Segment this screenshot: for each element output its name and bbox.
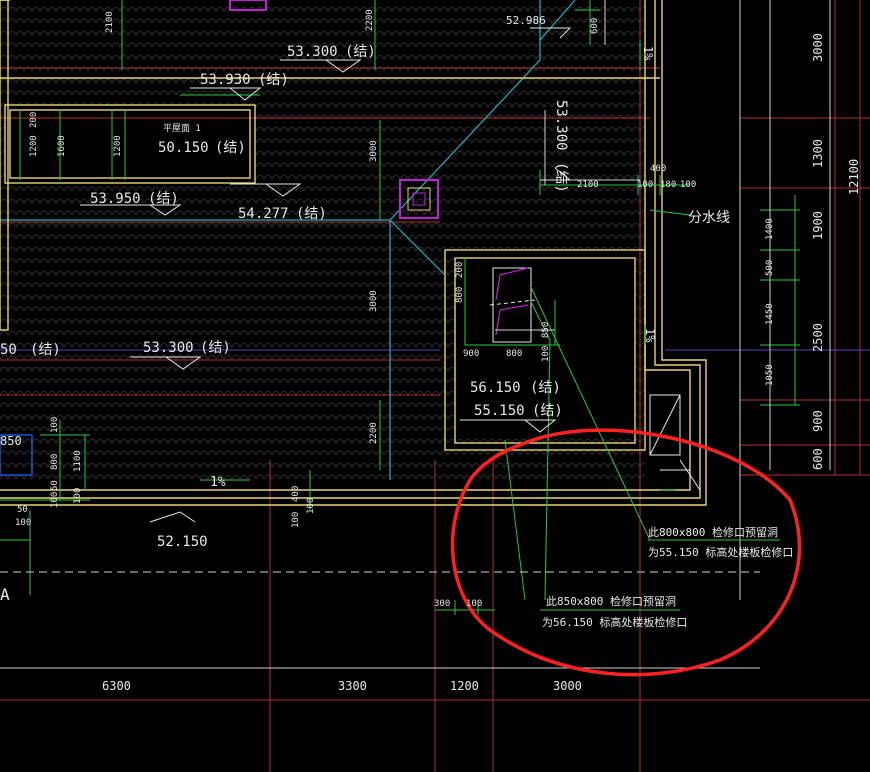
dim-1450: 1450: [765, 303, 775, 325]
struct-mark-9: (结): [532, 403, 563, 419]
struct-mark-2: (结): [258, 72, 289, 88]
dim-200-b: 200: [455, 262, 465, 278]
dim-500: 500: [765, 260, 775, 276]
dim-900: 900: [463, 349, 479, 359]
elev-54277: 54.277: [238, 206, 289, 222]
dim-400-b: 400: [291, 486, 301, 502]
struct-mark-6: (结): [200, 340, 231, 356]
cad-drawing-viewport[interactable]: 52.986 53.300 (结) 53.930 (结) 50.150 (结) …: [0, 0, 870, 772]
dim-100-i: 100: [15, 518, 31, 528]
dim-300: 300: [434, 599, 450, 609]
right-dim-3000: 3000: [811, 33, 825, 62]
dim-1200-a: 1200: [29, 135, 39, 157]
dim-100-f: 100: [50, 417, 60, 433]
struct-mark-7: (结): [30, 342, 61, 358]
slope-3: 1%: [643, 328, 657, 343]
struct-mark-5: (结): [296, 206, 327, 222]
dim-50-b: 50: [17, 505, 28, 515]
elev-50150: 50.150: [158, 140, 209, 156]
dim-200-a: 200: [29, 112, 39, 128]
dim-1050: 1050: [765, 364, 775, 386]
right-dim-600: 600: [811, 448, 825, 470]
dim-100-e: 100: [306, 498, 316, 514]
struct-mark-4: (结): [148, 191, 179, 207]
elev-52986: 52.986: [506, 14, 546, 27]
dim-3000-mid: 3000: [369, 140, 379, 162]
note-hatch-800-line2: 为55.150 标高处楼板检修口: [648, 545, 793, 559]
elev-56150: 56.150: [470, 380, 521, 396]
elev-50-left: 50: [0, 342, 17, 358]
dim-2200-b: 2200: [369, 422, 379, 444]
note-hatch-850-line2: 为56.150 标高处楼板检修口: [542, 615, 687, 629]
dim-100-h: 100: [73, 488, 83, 504]
elev-850: 850: [0, 434, 22, 448]
bottom-dim-3300: 3300: [338, 679, 367, 693]
dim-100-b: 100: [680, 180, 696, 190]
elev-53930: 53.930: [200, 72, 251, 88]
elev-53300-vert: 53.300: [553, 100, 569, 151]
right-dim-900: 900: [811, 410, 825, 432]
dim-850: 850: [541, 322, 551, 338]
struct-mark-3: (结): [215, 140, 246, 156]
dim-180: 180: [660, 180, 676, 190]
struct-mark-1: (结): [345, 44, 376, 60]
dim-1400: 1400: [765, 218, 775, 240]
right-dim-1300: 1300: [811, 139, 825, 168]
right-dim-1900: 1900: [811, 211, 825, 240]
dim-400: 400: [650, 164, 666, 174]
note-hatch-800-line1: 此800x800 检修口预留洞: [648, 525, 778, 539]
right-dim-2500: 2500: [811, 323, 825, 352]
dim-100-d: 100: [291, 512, 301, 528]
elev-53300-mid: 53.300: [143, 340, 194, 356]
dim-3000-b: 3000: [369, 290, 379, 312]
dim-800-b: 800: [506, 349, 522, 359]
bottom-dim-6300: 6300: [102, 679, 131, 693]
dim-800-c: 800: [50, 454, 60, 470]
dim-2100-b: 2100: [577, 180, 599, 190]
dim-1600: 1600: [57, 135, 67, 157]
dim-800-a: 800: [455, 287, 465, 303]
divide-line-label: 分水线: [688, 210, 730, 226]
dim-1200-b: 1200: [113, 135, 123, 157]
dim-100-j: 100: [466, 599, 482, 609]
struct-mark-10: (结): [553, 162, 569, 193]
struct-mark-8: (结): [530, 380, 561, 396]
axis-a-label: A: [0, 585, 10, 604]
dim-100-c: 100: [541, 346, 551, 362]
elev-53300-top: 53.300: [287, 44, 338, 60]
dim-2200-top: 2200: [365, 9, 375, 31]
dim-1100: 1100: [73, 450, 83, 472]
dim-100-g: 100: [50, 492, 60, 508]
slope-2: 1%: [641, 46, 655, 61]
elev-55150: 55.150: [474, 403, 525, 419]
slope-1: 1%: [210, 475, 226, 490]
bottom-dim-3000: 3000: [553, 679, 582, 693]
roof-tag: 平屋面 1: [163, 123, 201, 134]
roof-plan-drawing: 52.986 53.300 (结) 53.930 (结) 50.150 (结) …: [0, 0, 870, 772]
dim-100-a: 100: [637, 180, 653, 190]
note-hatch-850-line1: 此850x800 检修口预留洞: [546, 594, 676, 608]
dim-600-top: 600: [590, 18, 600, 34]
dim-50-a: 50: [50, 480, 60, 491]
right-dim-total: 12100: [847, 159, 861, 195]
dim-2100-top: 2100: [105, 11, 115, 33]
elev-53950: 53.950: [90, 191, 141, 207]
elev-52150: 52.150: [157, 534, 208, 550]
bottom-dim-1200: 1200: [450, 679, 479, 693]
